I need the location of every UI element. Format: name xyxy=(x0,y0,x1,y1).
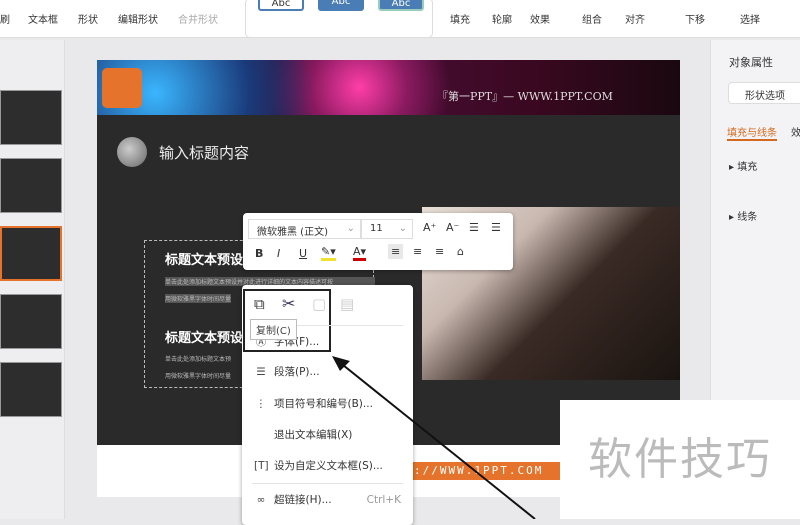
block-text-2a[interactable]: 单击此处添加标题文本预 xyxy=(165,354,231,363)
line-section[interactable]: ▸ 线条 xyxy=(729,208,757,223)
align-left-icon[interactable]: ≡ xyxy=(388,244,404,259)
block-text-1b[interactable]: 用微软雅黑字体时间尽量 xyxy=(165,294,232,303)
outline-button[interactable]: 轮廓 xyxy=(492,11,512,26)
block-text-2b[interactable]: 用微软雅黑字体时间尽量 xyxy=(165,371,231,380)
format-eraser-icon[interactable]: ⌂ xyxy=(457,245,464,258)
font-family-select[interactable]: 微软雅黑 (正文) ⌄ xyxy=(248,219,361,239)
link-icon: ∞ xyxy=(256,494,266,506)
textbox-icon: [T] xyxy=(254,460,269,472)
font-family-value: 微软雅黑 (正文) xyxy=(257,227,328,238)
menu-label: 超链接(H)... xyxy=(274,494,332,506)
slide-thumbnail-active[interactable] xyxy=(0,226,62,281)
font-color-icon[interactable]: A▾ xyxy=(353,245,367,261)
slide-thumbnails-panel xyxy=(0,40,65,519)
paragraph-icon: ☰ xyxy=(256,366,266,378)
effects-subtab[interactable]: 效 xyxy=(791,124,800,139)
slide-thumbnail[interactable] xyxy=(0,158,62,213)
format-painter-fragment[interactable]: 刷 xyxy=(0,11,10,26)
shape-button[interactable]: 形状 xyxy=(78,11,98,26)
group-button[interactable]: 组合 xyxy=(582,11,602,26)
style-option-2[interactable]: Abc xyxy=(318,0,364,11)
menu-label: 段落(P)... xyxy=(274,366,320,378)
floating-font-toolbar: 微软雅黑 (正文) ⌄ 11 ⌄ A⁺ A⁻ ☰ ☰ B I U ✎▾ A▾ ≡ ≡… xyxy=(243,213,513,270)
block-title-2[interactable]: 标题文本预设 xyxy=(165,327,243,346)
slide-thumbnail[interactable] xyxy=(0,294,62,349)
bold-button[interactable]: B xyxy=(255,247,263,260)
underline-button[interactable]: U xyxy=(299,247,307,260)
effect-button[interactable]: 效果 xyxy=(530,11,550,26)
line-spacing-icon[interactable]: ☰ xyxy=(469,221,479,234)
annotation-arrow xyxy=(332,356,536,519)
edit-shape-button[interactable]: 编辑形状 xyxy=(118,11,158,26)
align-button[interactable]: 对齐 xyxy=(625,11,645,26)
align-center-icon[interactable]: ≡ xyxy=(413,245,422,258)
textbox-button[interactable]: 文本框 xyxy=(28,11,58,26)
slide-thumbnail[interactable] xyxy=(0,362,62,417)
font-size-select[interactable]: 11 ⌄ xyxy=(361,219,413,239)
style-option-1[interactable]: Abc xyxy=(258,0,304,11)
slide-title[interactable]: 输入标题内容 xyxy=(159,142,249,163)
font-size-value: 11 xyxy=(370,223,383,234)
merge-shape-button[interactable]: 合并形状 xyxy=(178,11,218,26)
italic-button[interactable]: I xyxy=(277,247,280,260)
slide-thumbnail[interactable] xyxy=(0,90,62,145)
fill-button[interactable]: 填充 xyxy=(450,11,470,26)
block-title-1[interactable]: 标题文本预设 xyxy=(165,249,243,268)
watermark: 软件技巧 xyxy=(560,400,800,519)
style-option-3[interactable]: Abc xyxy=(378,0,424,11)
fill-section[interactable]: ▸ 填充 xyxy=(729,158,757,173)
fill-label: 填充 xyxy=(737,162,758,173)
line-label: 线条 xyxy=(737,212,758,223)
select-button[interactable]: 选择 xyxy=(740,11,760,26)
paragraph-spacing-icon[interactable]: ☰ xyxy=(491,221,501,234)
ppt-logo-icon xyxy=(102,68,142,108)
shape-options-tab[interactable]: 形状选项 xyxy=(728,82,800,104)
highlight-icon[interactable]: ✎▾ xyxy=(321,245,336,261)
slide-header-text: 『第一PPT』— WWW.1PPT.COM xyxy=(437,90,613,103)
style-gallery: Abc Abc Abc xyxy=(245,0,433,38)
ribbon-toolbar: 刷 文本框 形状 编辑形状 合并形状 Abc Abc Abc 填充 轮廓 效果 … xyxy=(0,0,800,38)
send-backward-button[interactable]: 下移 xyxy=(685,11,705,26)
copy-tooltip: 复制(C) xyxy=(250,319,297,340)
decrease-font-icon[interactable]: A⁻ xyxy=(446,221,459,234)
paste-special-icon: ▤ xyxy=(340,295,355,313)
align-right-icon[interactable]: ≡ xyxy=(435,245,444,258)
title-bullet-circle xyxy=(117,137,147,167)
panel-title[interactable]: 对象属性 xyxy=(729,54,773,70)
list-icon: ⋮ xyxy=(255,398,267,410)
fill-line-subtab[interactable]: 填充与线条 xyxy=(727,124,777,141)
increase-font-icon[interactable]: A⁺ xyxy=(423,221,436,234)
